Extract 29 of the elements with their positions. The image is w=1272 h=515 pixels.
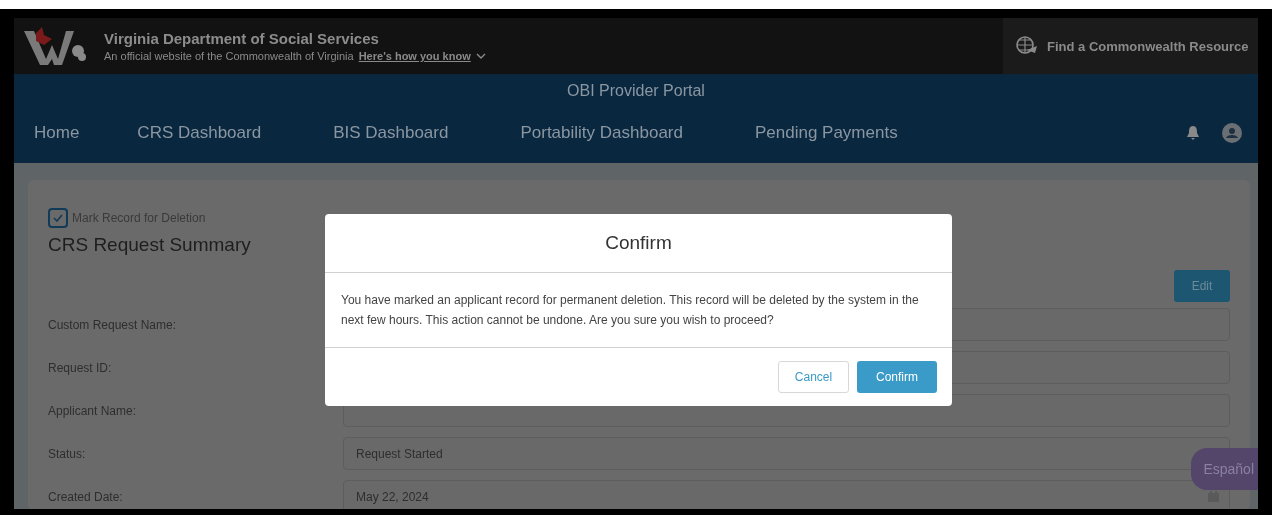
chevron-down-icon <box>475 52 486 60</box>
agency-name: Virginia Department of Social Services <box>104 30 380 47</box>
portal-title: OBI Provider Portal <box>566 81 706 101</box>
field-label: Created Date: <box>48 489 124 504</box>
calendar-icon <box>1208 491 1219 502</box>
checkmark-icon <box>53 214 63 222</box>
logo-icon <box>22 25 88 67</box>
cancel-button[interactable]: Cancel <box>778 361 849 393</box>
mark-deletion-checkbox[interactable] <box>48 208 68 228</box>
field-label: Custom Request Name: <box>48 317 178 332</box>
bell-icon[interactable] <box>1186 125 1200 141</box>
find-resource-link[interactable]: Find a Commonwealth Resource <box>1003 18 1258 74</box>
nav-link[interactable]: Portability Dashboard <box>520 123 683 143</box>
user-avatar-icon[interactable] <box>1222 123 1242 143</box>
nav-link[interactable]: CRS Dashboard <box>137 123 262 143</box>
confirm-button[interactable]: Confirm <box>857 361 937 393</box>
tagline: An official website of the Commonwealth of Virginia <box>104 50 354 62</box>
nav-link[interactable]: Pending Payments <box>754 123 898 143</box>
how-you-know-link[interactable]: Here's how you know <box>358 50 471 62</box>
field-label: Request ID: <box>48 360 113 375</box>
dialog-title: Confirm <box>325 214 952 273</box>
page-title: CRS Request Summary <box>48 234 251 256</box>
dialog-message: You have marked an applicant record for permanent deletion. This record will be deleted by the system in the next few hours. This action cannot be undone. Are you sure you wish to proceed? <box>341 293 919 327</box>
nav-link[interactable]: Home <box>34 123 80 143</box>
field-label: Applicant Name: <box>48 403 138 418</box>
field-label: Status: <box>48 446 87 461</box>
input-field[interactable]: May 22, 2024 <box>343 480 1230 509</box>
globe-icon <box>1015 35 1039 57</box>
nav-link[interactable]: BIS Dashboard <box>333 123 449 143</box>
